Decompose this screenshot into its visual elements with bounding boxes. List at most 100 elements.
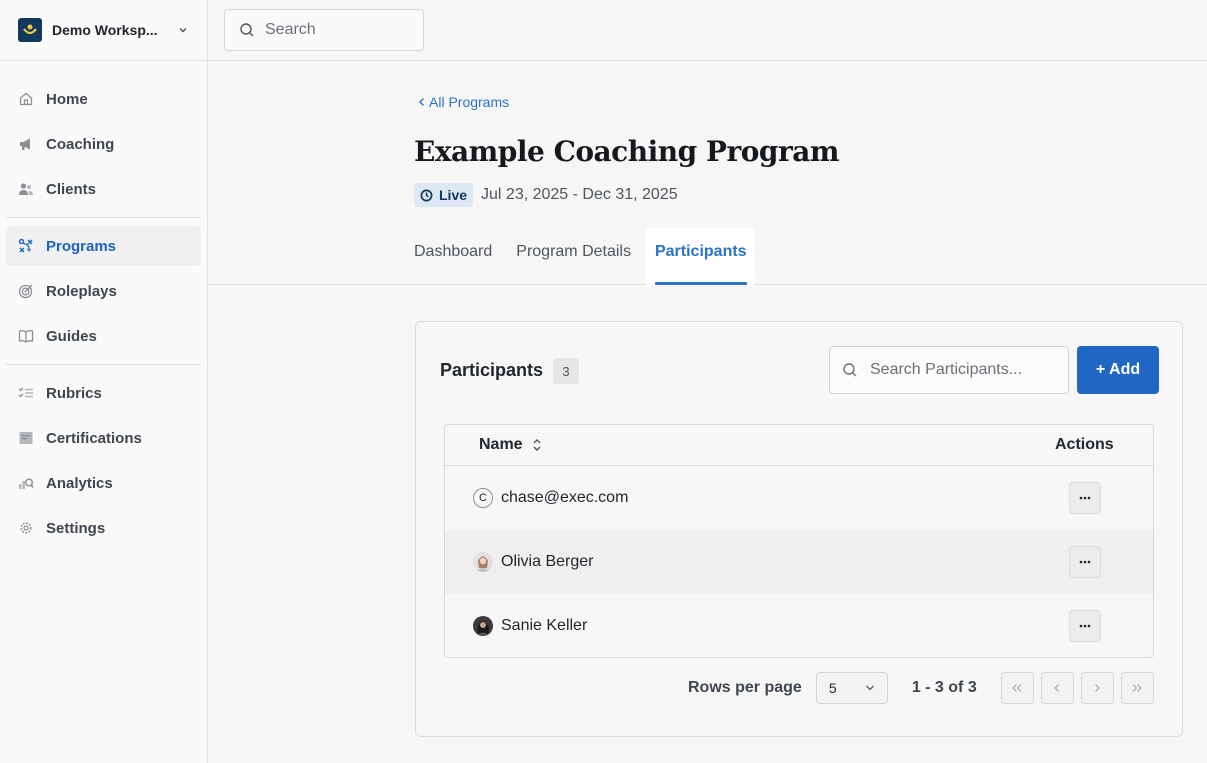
previous-page-button[interactable] [1040,672,1074,704]
sidebar-nav-primary: Home Coaching Clients [0,61,207,209]
sidebar-item-guides[interactable]: Guides [6,316,201,356]
live-status-icon [420,189,433,201]
workspace-name: Demo Worksp... [52,22,158,38]
sidebar-item-label: Roleplays [46,282,117,300]
target-icon [18,284,33,299]
sidebar-item-label: Guides [46,327,97,345]
sidebar-item-label: Certifications [46,429,142,447]
book-icon [18,330,34,343]
home-icon [19,92,33,106]
avatar [473,616,493,636]
sort-icon [533,439,541,451]
programs-icon [18,238,33,253]
sidebar-item-programs[interactable]: Programs [6,226,201,266]
sidebar: Demo Worksp... Home Coaching Clients Pro… [0,0,208,763]
pagination: Rows per page 5 1 - 3 of 3 [688,672,1161,704]
sidebar-item-coaching[interactable]: Coaching [6,124,201,164]
avatar: C [473,488,493,508]
page-title: Example Coaching Program [414,135,840,168]
sidebar-item-label: Home [46,90,88,108]
avatar-photo-icon [473,616,493,636]
next-page-button[interactable] [1080,672,1114,704]
sidebar-nav-tertiary: Rubrics Certifications Analytics Setting… [0,373,207,548]
row-actions-button[interactable] [1069,482,1101,514]
tab-program-details[interactable]: Program Details [516,229,631,285]
sidebar-item-roleplays[interactable]: Roleplays [6,271,201,311]
rows-per-page-value: 5 [828,680,837,696]
back-link-label: All Programs [429,94,510,110]
sidebar-item-settings[interactable]: Settings [6,508,201,548]
certificate-icon [19,432,33,444]
status-badge: Live [414,183,474,207]
add-participant-button[interactable]: + Add [1077,346,1159,394]
last-page-button[interactable] [1120,672,1154,704]
more-horizontal-icon [1079,560,1091,564]
workspace-logo-icon [18,18,42,42]
table-row: Olivia Berger [445,530,1153,594]
table-row: Sanie Keller [445,594,1153,657]
row-actions-button[interactable] [1069,610,1101,642]
program-tabs: Dashboard Program Details Participants [414,229,777,285]
sidebar-item-label: Coaching [46,135,115,153]
sidebar-item-rubrics[interactable]: Rubrics [6,373,201,413]
participants-panel: Participants 3 + Add Name Actions C chas… [415,321,1183,737]
rows-per-page-select[interactable]: 5 [815,672,888,704]
chevron-down-icon [179,28,187,33]
sidebar-item-label: Programs [46,237,117,255]
program-meta: Live Jul 23, 2025 - Dec 31, 2025 [414,183,678,207]
more-horizontal-icon [1079,496,1091,500]
global-search-input[interactable] [265,21,415,39]
participants-count-badge: 3 [553,358,579,384]
sidebar-item-label: Rubrics [46,384,102,402]
chevron-left-icon [1054,684,1060,692]
first-page-button[interactable] [1000,672,1034,704]
tab-participants[interactable]: Participants [646,229,753,285]
actions-column-header: Actions [1055,436,1114,453]
participants-search[interactable] [829,346,1069,394]
row-actions-button[interactable] [1069,546,1101,578]
back-to-programs-link[interactable]: All Programs [417,94,509,110]
more-horizontal-icon [1079,624,1091,628]
participant-name: Olivia Berger [501,553,594,570]
sidebar-divider [6,217,201,218]
sidebar-item-analytics[interactable]: Analytics [6,463,201,503]
pagination-range: 1 - 3 of 3 [911,679,977,696]
global-search[interactable] [224,9,424,51]
chevron-left-icon [419,98,424,106]
search-icon [843,363,857,377]
workspace-switcher[interactable]: Demo Worksp... [0,0,207,61]
name-column-label: Name [479,436,523,453]
sidebar-item-home[interactable]: Home [6,79,201,119]
megaphone-icon [20,138,30,150]
participant-name: chase@exec.com [501,489,629,506]
avatar [473,552,493,572]
users-icon [19,183,33,195]
chevron-down-icon [865,685,874,691]
gear-icon [20,522,32,534]
checklist-icon [18,387,33,398]
participants-search-input[interactable] [870,361,1060,379]
chevrons-left-icon [1012,684,1022,692]
program-dates: Jul 23, 2025 - Dec 31, 2025 [481,186,678,203]
sidebar-item-certifications[interactable]: Certifications [6,418,201,458]
topbar [208,0,1207,61]
program-header: All Programs Example Coaching Program Li… [208,61,1207,285]
sidebar-divider [6,364,201,365]
sidebar-item-label: Settings [46,519,106,537]
avatar-photo-icon [473,552,493,572]
status-badge-label: Live [439,187,468,203]
participant-name: Sanie Keller [501,617,588,634]
rows-per-page-label: Rows per page [688,679,802,696]
sidebar-nav-secondary: Programs Roleplays Guides [0,226,207,356]
table-header: Name Actions [445,425,1153,466]
participants-table: Name Actions C chase@exec.com Olivia Ber… [444,424,1154,658]
chevron-right-icon [1095,684,1101,692]
tab-dashboard[interactable]: Dashboard [414,229,492,285]
name-column-header[interactable]: Name [479,436,543,454]
participants-title: Participants [440,360,544,380]
sidebar-item-label: Analytics [46,474,113,492]
sidebar-item-clients[interactable]: Clients [6,169,201,209]
search-icon [240,23,254,37]
sidebar-item-label: Clients [46,180,97,198]
chevrons-right-icon [1132,684,1143,692]
